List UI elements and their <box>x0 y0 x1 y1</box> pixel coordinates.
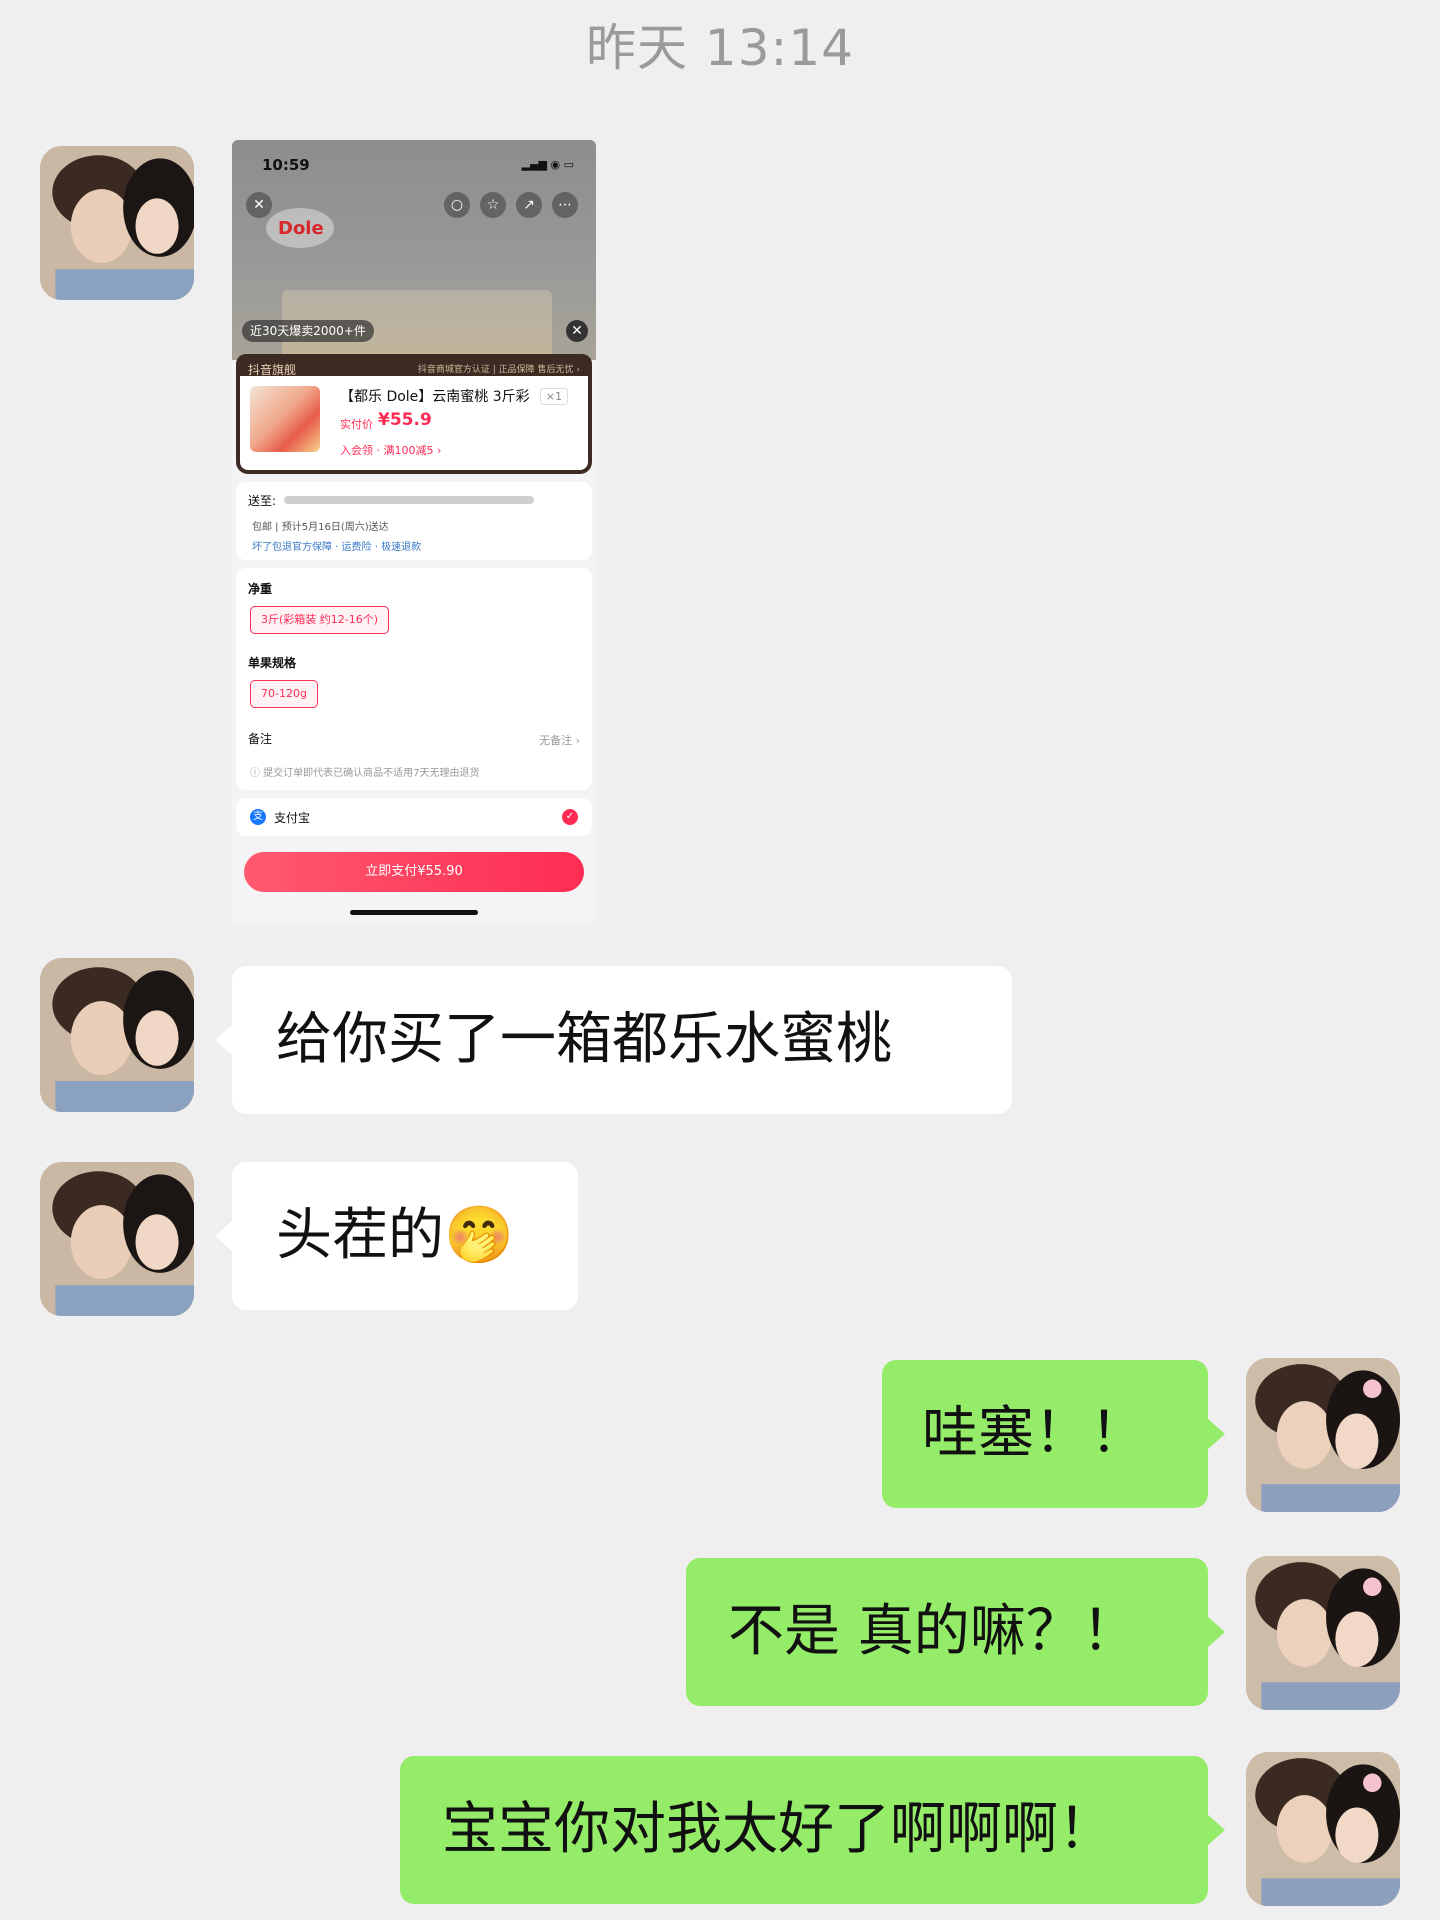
timestamp: 昨天 13:14 <box>586 19 854 77</box>
status-time: 10:59 <box>262 156 310 174</box>
dole-logo: Dole <box>266 208 334 248</box>
size-option[interactable]: 70-120g <box>250 680 318 708</box>
message-bubble[interactable]: 宝宝你对我太好了啊啊啊！ <box>400 1756 1225 1904</box>
alipay-icon: 支 <box>250 809 266 825</box>
shipping-info: 包邮 | 预计5月16日(周六)送达 <box>252 522 389 533</box>
price-label: 实付价 <box>340 418 373 431</box>
my-avatar[interactable] <box>1246 1358 1400 1512</box>
avatar-photo <box>40 1162 194 1316</box>
promo-link[interactable]: 入会领 · 满100减5 › <box>340 442 441 458</box>
avatar-photo <box>1246 1556 1400 1710</box>
my-avatar[interactable] <box>1246 1556 1400 1710</box>
contact-avatar[interactable] <box>40 146 194 300</box>
avatar-photo <box>1246 1358 1400 1512</box>
return-notice: ⓘ 提交订单即代表已确认商品不适用7天无理由退货 <box>250 768 480 779</box>
address-card[interactable]: 送至: 包邮 | 预计5月16日(周六)送达 坏了包退官方保障 · 运费险 · … <box>236 482 592 560</box>
payment-method-row[interactable]: 支 支付宝 ✓ <box>236 798 592 836</box>
search-icon[interactable]: ○ <box>444 192 470 218</box>
remark-label: 备注 <box>248 732 273 746</box>
svg-text:Dole: Dole <box>278 218 324 239</box>
avatar-photo <box>40 146 194 300</box>
assurance-info: 坏了包退官方保障 · 运费险 · 极速退款 <box>252 542 422 553</box>
message-text: 头茬的🤭 <box>276 1203 514 1268</box>
star-icon[interactable]: ☆ <box>480 192 506 218</box>
check-icon: ✓ <box>562 809 578 825</box>
product-name: 【都乐 Dole】云南蜜桃 3斤彩 <box>340 389 530 405</box>
message-bubble[interactable]: 哇塞！！ <box>882 1360 1225 1508</box>
deliver-to-label: 送至: <box>248 494 277 508</box>
contact-avatar[interactable] <box>40 958 194 1112</box>
size-label: 单果规格 <box>248 656 297 670</box>
bubble-tail <box>215 1220 233 1252</box>
sold-badge: 近30天爆卖2000+件 <box>242 320 374 342</box>
dismiss-icon[interactable]: ✕ <box>566 320 588 342</box>
bubble-tail <box>215 1024 233 1056</box>
avatar-photo <box>1246 1752 1400 1906</box>
more-icon[interactable]: ⋯ <box>552 192 578 218</box>
avatar-photo <box>40 958 194 1112</box>
message-text: 给你买了一箱都乐水蜜桃 <box>276 1007 892 1072</box>
spec-card: 净重 3斤(彩箱装 约12-16个) 单果规格 70-120g 备注 无备注 ›… <box>236 568 592 790</box>
bubble-tail <box>1207 1814 1225 1846</box>
message-text: 不是 真的嘛？！ <box>728 1599 1138 1664</box>
my-avatar[interactable] <box>1246 1752 1400 1906</box>
home-indicator <box>350 910 478 915</box>
price-value: ¥55.9 <box>378 410 432 430</box>
bubble-tail <box>1207 1616 1225 1648</box>
blurred-address <box>284 496 534 504</box>
status-icons: ▂▄▆ ◉ ▭ <box>521 158 574 171</box>
message-bubble[interactable]: 给你买了一箱都乐水蜜桃 <box>215 966 1012 1114</box>
pay-now-button[interactable]: 立即支付¥55.90 <box>244 852 584 892</box>
payment-method-name: 支付宝 <box>274 811 311 825</box>
order-screenshot-image[interactable]: 10:59 ▂▄▆ ◉ ▭ ✕ ○ ☆ ↗ ⋯ Dole 近30天爆卖2000+… <box>232 140 596 924</box>
quantity-badge[interactable]: ×1 <box>539 388 568 405</box>
message-bubble[interactable]: 头茬的🤭 <box>215 1162 578 1310</box>
contact-avatar[interactable] <box>40 1162 194 1316</box>
product-thumbnail <box>250 386 320 452</box>
remark-value[interactable]: 无备注 › <box>539 732 580 748</box>
message-text: 宝宝你对我太好了啊啊啊！ <box>442 1797 1114 1862</box>
weight-option[interactable]: 3斤(彩箱装 约12-16个) <box>250 606 390 634</box>
bubble-tail <box>1207 1418 1225 1450</box>
message-bubble[interactable]: 不是 真的嘛？！ <box>686 1558 1225 1706</box>
message-text: 哇塞！！ <box>922 1401 1146 1466</box>
weight-label: 净重 <box>248 582 273 596</box>
store-tags: 抖音商城官方认证 | 正品保障 售后无忧 › <box>417 365 580 375</box>
share-icon[interactable]: ↗ <box>516 192 542 218</box>
product-card[interactable]: 【都乐 Dole】云南蜜桃 3斤彩 ×1 实付价 ¥55.9 入会领 · 满10… <box>236 376 592 474</box>
